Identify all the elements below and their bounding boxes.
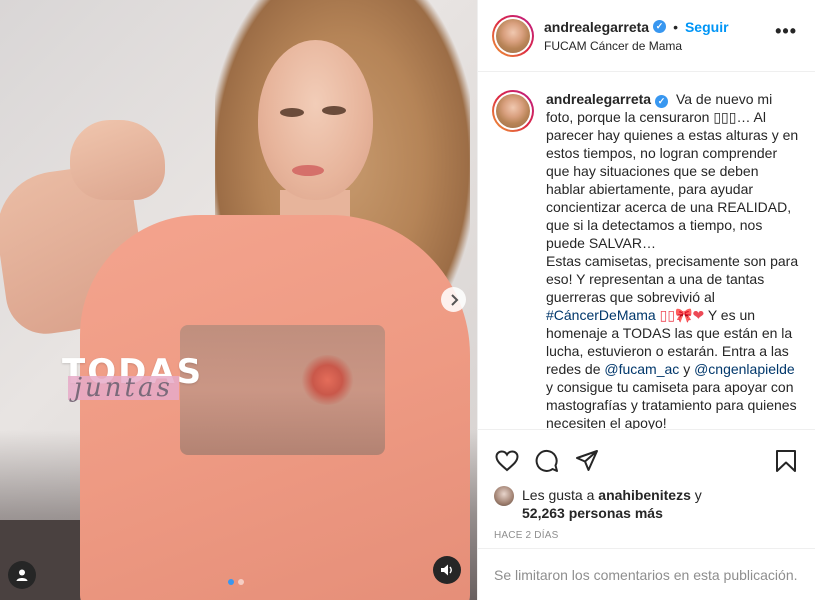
caption-area: andrealegarreta ✓ Va de nuevo mi foto, po… xyxy=(478,72,815,429)
header-text: andrealegarreta ✓ • Seguir FUCAM Cáncer … xyxy=(544,19,729,53)
chevron-right-icon xyxy=(450,293,458,306)
mention-link-cngenlapielde[interactable]: @cngenlapielde xyxy=(694,361,795,377)
caption-and: y xyxy=(683,361,691,377)
comments-disabled-notice: Se limitaron los comentarios en esta pub… xyxy=(478,548,815,600)
save-button[interactable] xyxy=(773,448,799,474)
header-bullet: • xyxy=(673,18,678,35)
caption-username[interactable]: andrealegarreta xyxy=(546,91,651,107)
post-image[interactable]: TODAS juntas xyxy=(0,0,477,600)
carousel-dot xyxy=(238,579,244,585)
avatar[interactable] xyxy=(492,14,534,57)
header-username[interactable]: andrealegarreta xyxy=(544,19,649,35)
shirt-print xyxy=(180,325,385,455)
hashtag-link[interactable]: #CáncerDeMama xyxy=(546,307,656,323)
photo-eye-right xyxy=(322,106,346,115)
verified-icon: ✓ xyxy=(655,94,669,108)
likes-count-link[interactable]: 52,263 personas más xyxy=(522,505,663,521)
post-panel: andrealegarreta ✓ • Seguir FUCAM Cáncer … xyxy=(477,0,815,600)
mention-link-fucam[interactable]: @fucam_ac xyxy=(604,361,679,377)
audio-icon xyxy=(441,564,452,576)
comment-icon xyxy=(535,449,558,472)
caption-part2: Estas camisetas, precisamente son para e… xyxy=(546,253,799,305)
caption-text: andrealegarreta ✓ Va de nuevo mi foto, po… xyxy=(546,90,801,429)
post-time[interactable]: HACE 2 DÍAS xyxy=(494,530,558,541)
overlay-text: TODAS juntas xyxy=(62,352,203,401)
verified-icon: ✓ xyxy=(653,20,667,33)
share-button[interactable] xyxy=(574,448,600,474)
photo-fist xyxy=(70,120,165,200)
carousel-dot xyxy=(228,579,234,585)
carousel-dots xyxy=(228,579,244,585)
likes-user-link[interactable]: anahibenitezs xyxy=(598,487,691,503)
photo-face xyxy=(258,40,373,200)
like-button[interactable] xyxy=(494,448,520,474)
audio-button[interactable] xyxy=(433,556,461,584)
caption-part1: Va de nuevo mi foto, porque la censuraro… xyxy=(546,91,799,251)
action-bar xyxy=(478,429,815,481)
likes-summary: Les gusta a anahibenitezs y 52,263 perso… xyxy=(494,486,702,522)
caption-part4: y consigue tu camiseta para apoyar con m… xyxy=(546,379,797,429)
save-icon xyxy=(776,449,796,472)
shirt-flower xyxy=(300,355,355,405)
caption-emoji: ▯▯🎀❤ xyxy=(659,307,705,323)
user-tag-button[interactable] xyxy=(8,561,36,589)
overlay-subtitle: juntas xyxy=(68,375,179,401)
more-icon[interactable]: ••• xyxy=(775,22,797,40)
avatar-image xyxy=(496,18,530,53)
photo-lips xyxy=(292,165,324,176)
likes-conj: y xyxy=(694,487,702,503)
photo-eye-left xyxy=(280,108,304,117)
follow-button[interactable]: Seguir xyxy=(685,19,729,35)
carousel-next-button[interactable] xyxy=(441,287,466,312)
comment-button[interactable] xyxy=(534,448,560,474)
caption-avatar[interactable] xyxy=(492,90,534,132)
likes-prefix: Les gusta a xyxy=(522,487,595,503)
likes-avatar xyxy=(494,486,514,506)
share-icon xyxy=(576,449,598,471)
user-tag-icon xyxy=(16,569,28,581)
post-header: andrealegarreta ✓ • Seguir FUCAM Cáncer … xyxy=(478,0,815,72)
location-link[interactable]: FUCAM Cáncer de Mama xyxy=(544,39,729,53)
heart-icon xyxy=(495,449,519,471)
